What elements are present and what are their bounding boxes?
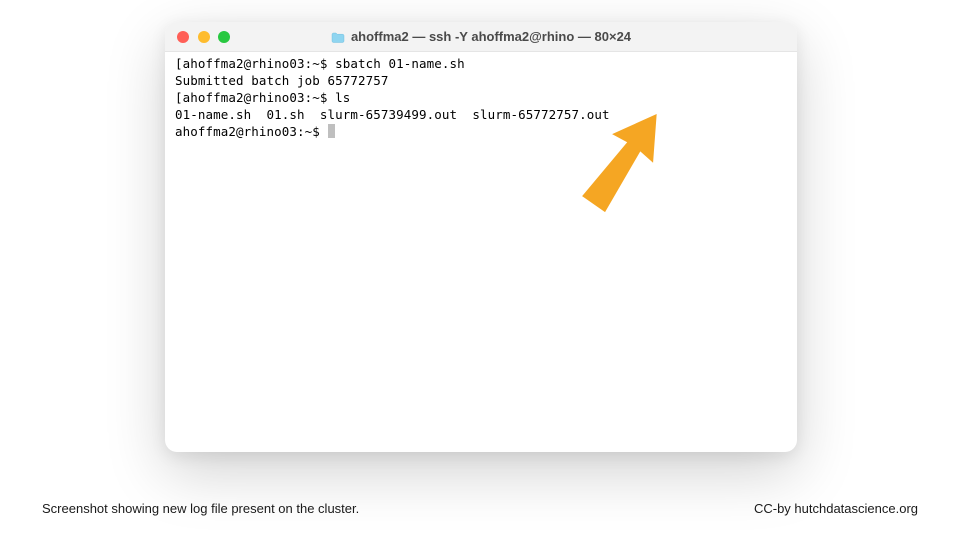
window-title: ahoffma2 — ssh -Y ahoffma2@rhino — 80×24: [351, 29, 631, 44]
caption-left: Screenshot showing new log file present …: [42, 501, 359, 516]
maximize-icon[interactable]: [218, 31, 230, 43]
terminal-line: ahoffma2@rhino03:~$: [175, 124, 328, 139]
terminal-line: 01-name.sh 01.sh slurm-65739499.out slur…: [175, 107, 610, 122]
terminal-line: [ahoffma2@rhino03:~$ sbatch 01-name.sh: [175, 56, 465, 71]
close-icon[interactable]: [177, 31, 189, 43]
titlebar: ahoffma2 — ssh -Y ahoffma2@rhino — 80×24: [165, 22, 797, 52]
window-title-wrap: ahoffma2 — ssh -Y ahoffma2@rhino — 80×24: [165, 29, 797, 44]
folder-icon: [331, 31, 345, 42]
cursor-icon: [328, 124, 335, 138]
terminal-body[interactable]: [ahoffma2@rhino03:~$ sbatch 01-name.sh S…: [165, 52, 797, 452]
traffic-lights: [165, 31, 230, 43]
terminal-window: ahoffma2 — ssh -Y ahoffma2@rhino — 80×24…: [165, 22, 797, 452]
caption-right: CC-by hutchdatascience.org: [754, 501, 918, 516]
minimize-icon[interactable]: [198, 31, 210, 43]
terminal-line: Submitted batch job 65772757: [175, 73, 389, 88]
terminal-line: [ahoffma2@rhino03:~$ ls: [175, 90, 350, 105]
